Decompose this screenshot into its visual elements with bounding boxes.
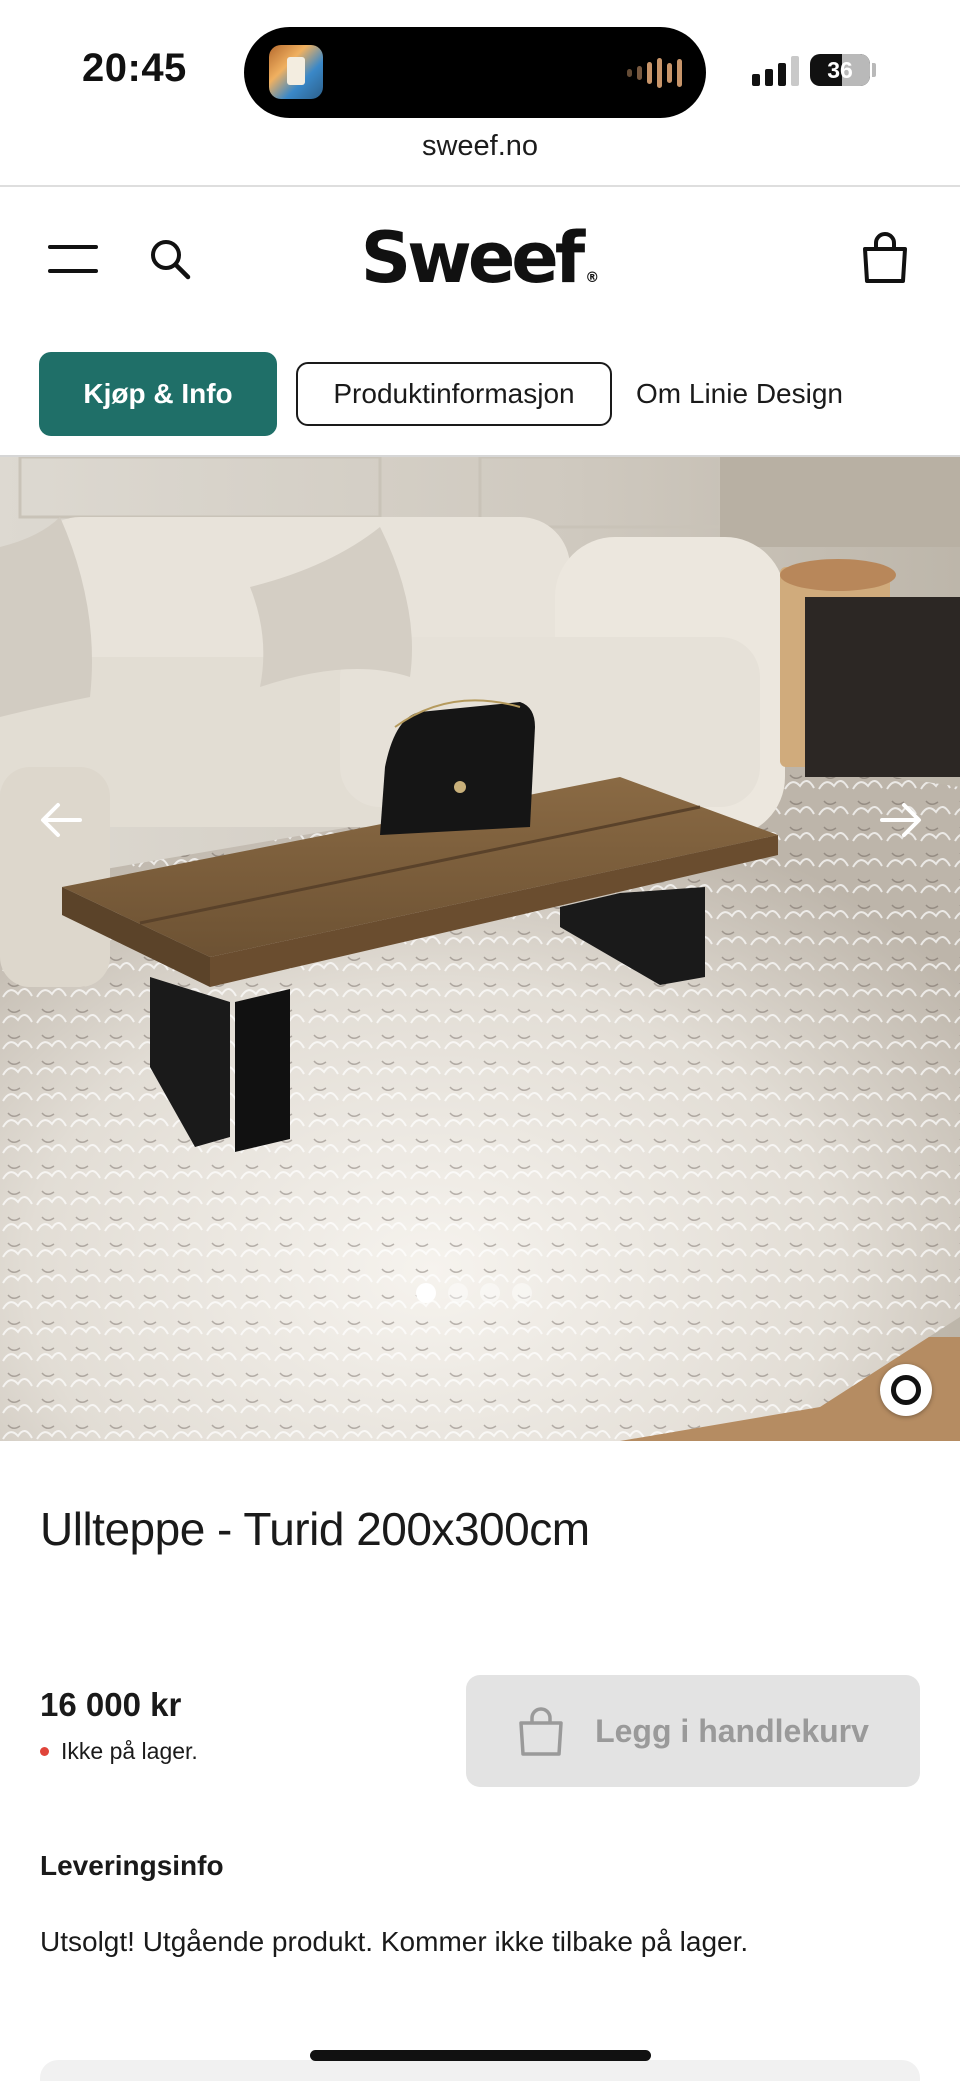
status-bar: 20:45 36 sweef.no: [0, 0, 960, 187]
tab-om-linie-design[interactable]: Om Linie Design: [636, 362, 888, 426]
now-playing-app-icon[interactable]: [269, 45, 323, 99]
dynamic-island[interactable]: [244, 27, 706, 118]
stock-status-text: Ikke på lager.: [61, 1738, 198, 1764]
add-to-cart-label: Legg i handlekurv: [595, 1712, 869, 1749]
logo-text: Sweef: [360, 217, 585, 299]
tab-produktinformasjon[interactable]: Produktinformasjon: [296, 362, 612, 426]
previous-image-arrow-icon[interactable]: [36, 795, 86, 845]
status-time: 20:45: [82, 46, 187, 90]
product-price: 16 000 kr: [40, 1686, 182, 1723]
next-image-arrow-icon[interactable]: [876, 795, 926, 845]
gallery-pagination: [416, 1283, 532, 1303]
tab-kjop-info[interactable]: Kjøp & Info: [39, 352, 277, 436]
next-section-card: [40, 2060, 920, 2081]
home-indicator[interactable]: [310, 2050, 651, 2061]
stock-status-dot: [40, 1747, 49, 1756]
pagination-dot-3[interactable]: [480, 1283, 500, 1303]
browser-url[interactable]: sweef.no: [0, 130, 960, 163]
stock-status: Ikke på lager.: [40, 1738, 198, 1765]
battery-tip: [872, 63, 876, 77]
battery-level: 36: [827, 56, 853, 83]
product-title: Ullteppe - Turid 200x300cm: [40, 1503, 590, 1555]
registered-mark: ®: [585, 270, 600, 286]
bag-icon: [519, 1707, 563, 1756]
pagination-dot-1[interactable]: [416, 1283, 436, 1303]
audio-waveform-icon: [627, 57, 682, 89]
cellular-signal-icon: [752, 56, 799, 86]
product-image-gallery[interactable]: [0, 457, 960, 1441]
site-header: Sweef ®: [0, 187, 960, 327]
site-logo[interactable]: Sweef ®: [0, 217, 960, 299]
product-tabs: Kjøp & Info Produktinformasjon Om Linie …: [0, 352, 960, 436]
pagination-dot-4[interactable]: [512, 1283, 532, 1303]
delivery-heading: Leveringsinfo: [40, 1850, 224, 1881]
delivery-text: Utsolgt! Utgående produkt. Kommer ikke t…: [40, 1926, 749, 1957]
battery-icon: 36: [810, 54, 870, 86]
add-to-cart-button[interactable]: Legg i handlekurv: [466, 1675, 920, 1787]
pagination-dot-2[interactable]: [448, 1283, 468, 1303]
ring-icon[interactable]: [880, 1364, 932, 1416]
cart-icon[interactable]: [860, 229, 910, 285]
